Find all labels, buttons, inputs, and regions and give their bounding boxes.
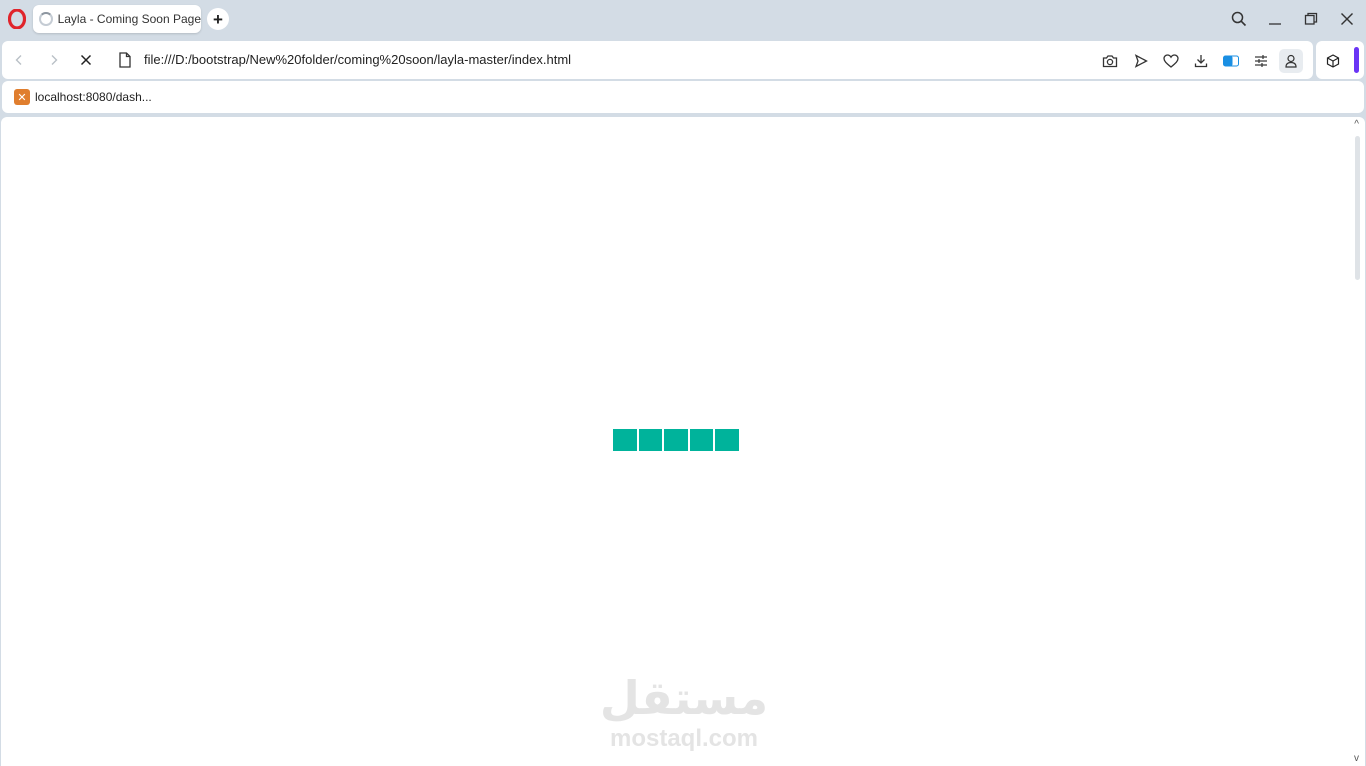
new-tab-button[interactable]: + xyxy=(207,8,229,30)
extensions-area xyxy=(1316,41,1364,79)
snapshot-button[interactable] xyxy=(1099,50,1121,72)
loading-spinner-icon xyxy=(39,12,53,26)
stop-loading-button[interactable] xyxy=(74,48,98,72)
bookmark-heart-button[interactable] xyxy=(1160,50,1182,72)
xampp-icon: ✕ xyxy=(14,89,30,105)
extensions-button[interactable] xyxy=(1322,50,1344,72)
scroll-up-icon[interactable]: ^ xyxy=(1354,119,1359,130)
send-button[interactable] xyxy=(1130,50,1152,72)
opera-logo-icon[interactable] xyxy=(8,9,26,29)
minimize-icon xyxy=(1269,23,1281,25)
downloads-button[interactable] xyxy=(1190,50,1212,72)
user-icon xyxy=(1285,54,1297,68)
forward-button[interactable] xyxy=(42,48,66,72)
address-bar: file:///D:/bootstrap/New%20folder/coming… xyxy=(2,41,1313,79)
camera-icon xyxy=(1102,55,1118,68)
tab-active[interactable]: Layla - Coming Soon Page xyxy=(33,5,201,33)
bookmark-label: localhost:8080/dash... xyxy=(35,90,152,104)
vpn-icon xyxy=(1223,55,1239,67)
bookmarks-bar: ✕ localhost:8080/dash... xyxy=(2,81,1364,113)
loader-block xyxy=(613,429,637,451)
watermark-latin: mostaql.com xyxy=(609,725,759,752)
search-tabs-button[interactable] xyxy=(1226,7,1252,31)
search-icon xyxy=(1231,11,1247,27)
scroll-down-icon[interactable]: v xyxy=(1354,753,1359,764)
easy-setup-button[interactable] xyxy=(1250,50,1272,72)
file-icon xyxy=(119,52,131,68)
send-icon xyxy=(1134,54,1148,68)
title-bar: Layla - Coming Soon Page + xyxy=(0,0,1366,38)
tab-title: Layla - Coming Soon Page xyxy=(57,12,201,26)
close-icon xyxy=(1341,13,1353,25)
vpn-toggle[interactable] xyxy=(1220,50,1242,72)
loader-block xyxy=(715,429,739,451)
minimize-button[interactable] xyxy=(1262,7,1288,31)
url-field[interactable]: file:///D:/bootstrap/New%20folder/coming… xyxy=(144,52,571,67)
loader-block xyxy=(664,429,688,451)
restore-button[interactable] xyxy=(1298,7,1324,31)
page-viewport: ^ v مستقل mostaql.com xyxy=(1,117,1365,766)
chevron-left-icon xyxy=(15,55,22,65)
sidebar-toggle[interactable] xyxy=(1354,47,1359,73)
loading-indicator xyxy=(613,429,739,451)
settings-sliders-icon xyxy=(1255,55,1267,67)
loader-block xyxy=(638,429,662,451)
restore-icon xyxy=(1304,12,1318,25)
watermark-arabic: مستقل xyxy=(599,671,769,725)
close-window-button[interactable] xyxy=(1334,7,1360,31)
heart-icon xyxy=(1163,54,1179,68)
cube-icon xyxy=(1326,54,1340,68)
loader-block xyxy=(689,429,713,451)
close-icon xyxy=(80,54,92,66)
page-info-button[interactable] xyxy=(113,48,137,72)
bookmark-item[interactable]: ✕ localhost:8080/dash... xyxy=(14,89,152,105)
watermark: مستقل mostaql.com xyxy=(599,673,769,753)
scrollbar-thumb[interactable] xyxy=(1355,136,1360,280)
chevron-right-icon xyxy=(51,55,58,65)
profile-button[interactable] xyxy=(1279,49,1303,73)
download-icon xyxy=(1194,55,1208,68)
back-button[interactable] xyxy=(7,48,31,72)
